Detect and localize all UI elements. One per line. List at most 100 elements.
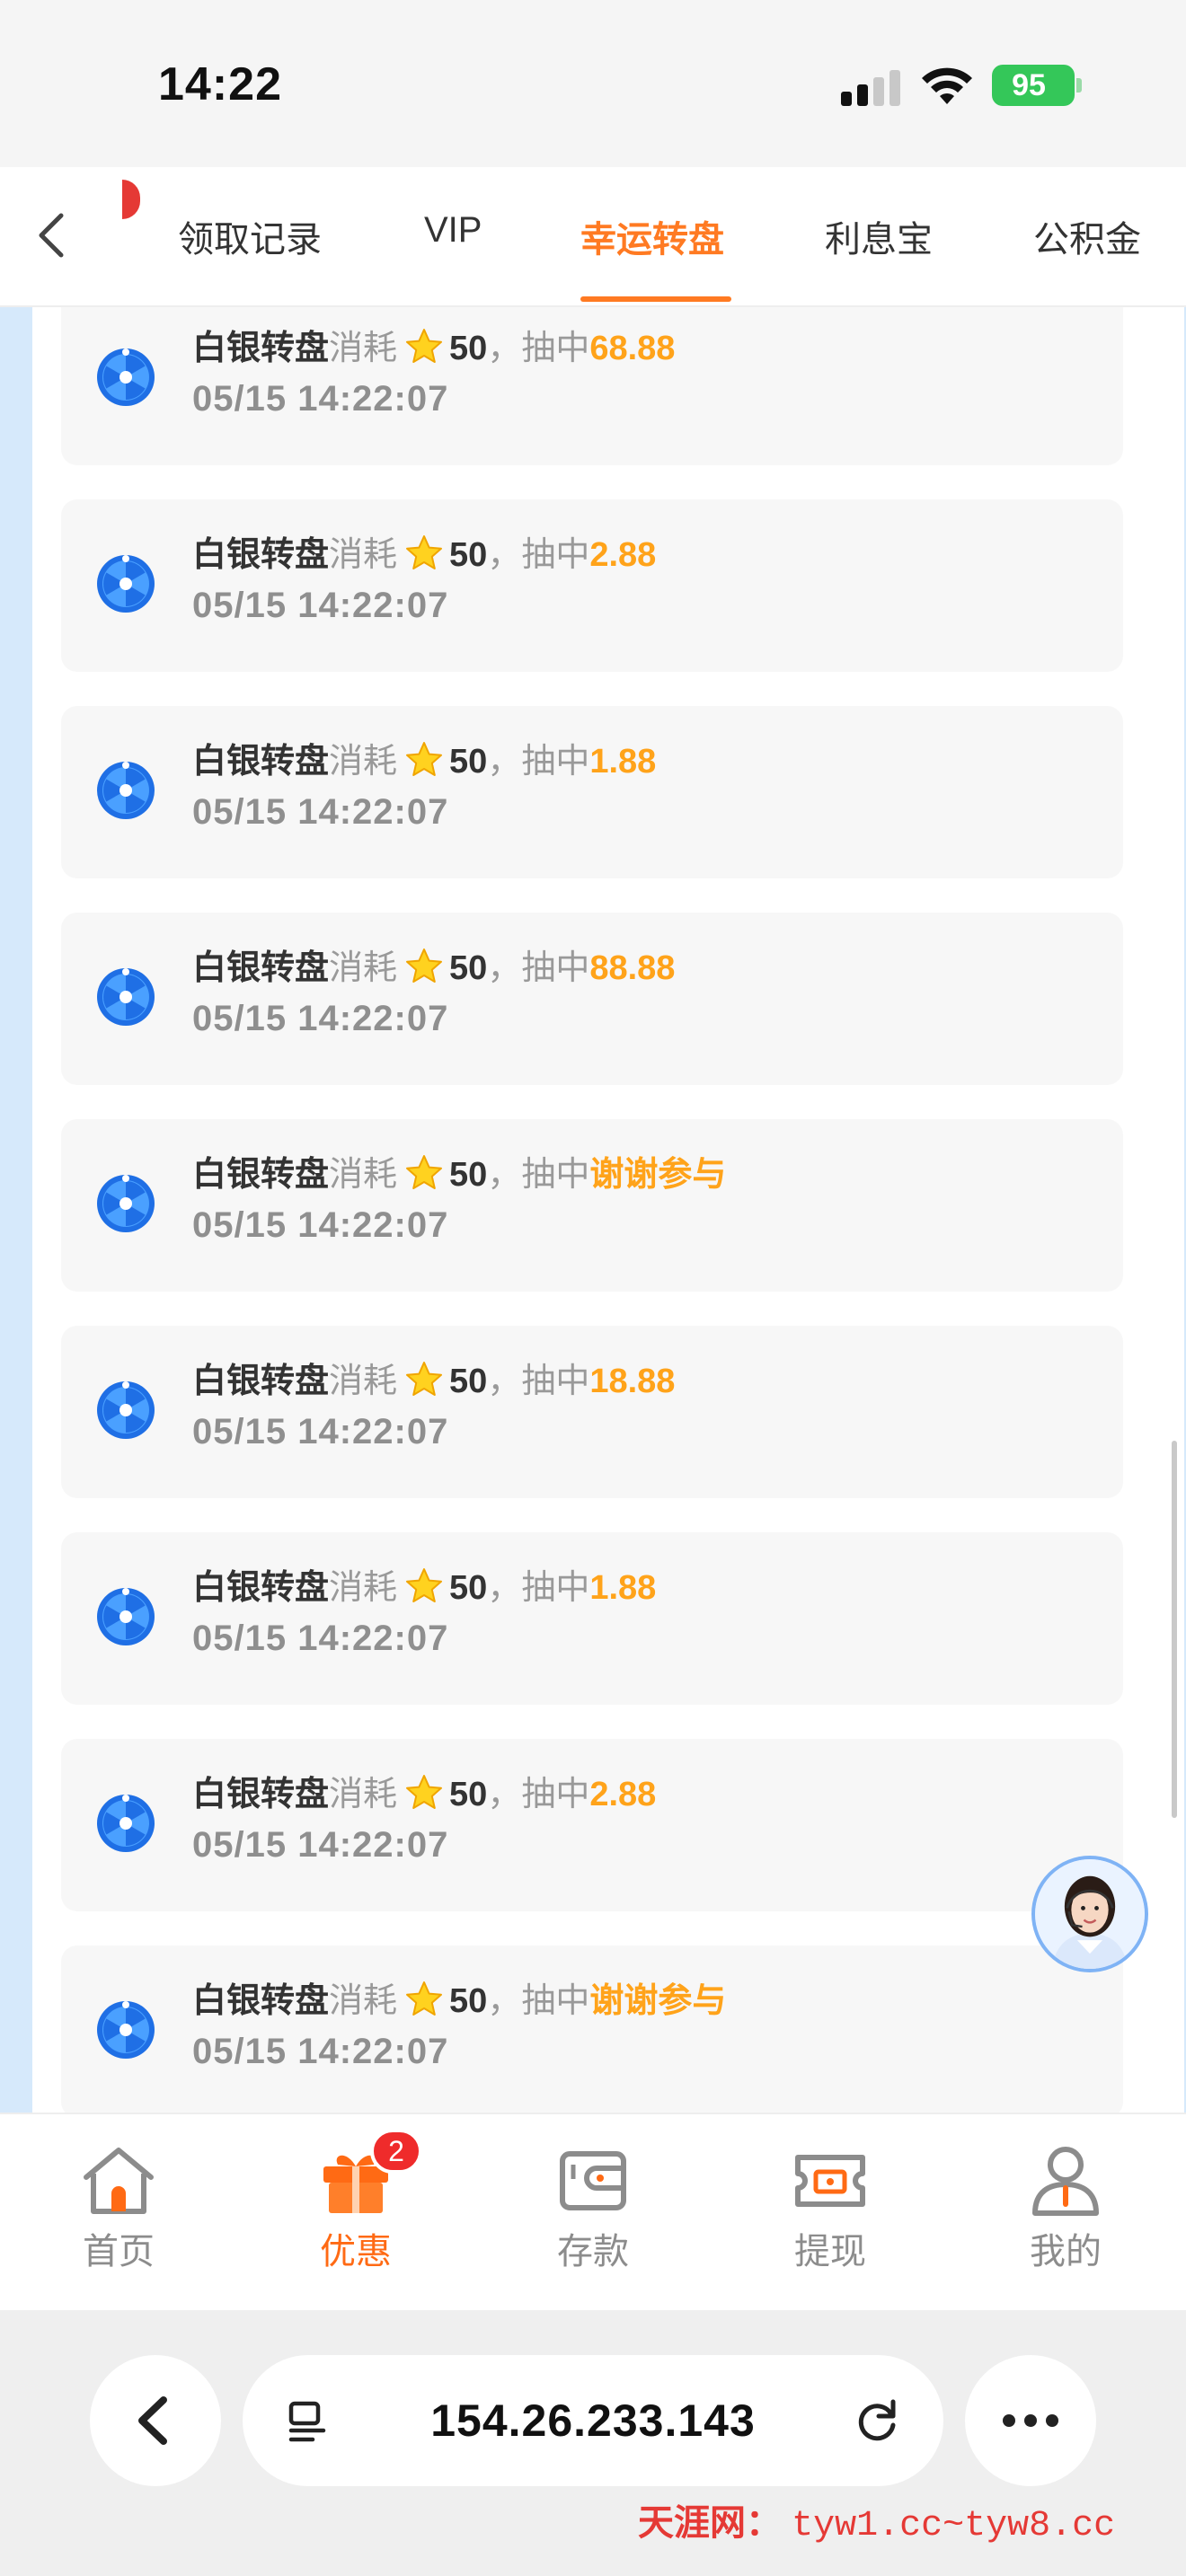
star-icon	[404, 1980, 444, 2019]
prize-value: 2.88	[589, 536, 657, 574]
browser-back-button[interactable]	[90, 2355, 221, 2486]
record-item: 白银转盘消耗 50，抽中谢谢参与 05/15 14:22:07	[61, 1119, 1123, 1292]
tab-provident-fund[interactable]: 公积金	[1033, 210, 1141, 262]
wheel-name: 白银转盘	[192, 330, 330, 367]
cost-value: 50	[449, 536, 488, 574]
url-text: 154.26.233.143	[430, 2395, 756, 2446]
star-icon	[404, 1153, 444, 1193]
separator: ，	[487, 1776, 522, 1813]
record-timestamp: 05/15 14:22:07	[192, 586, 449, 625]
record-timestamp: 05/15 14:22:07	[192, 792, 449, 832]
records-content[interactable]: 白银转盘消耗 50，抽中68.88 05/15 14:22:07 白银转盘消耗 50，抽…	[0, 307, 1186, 2113]
cost-value: 50	[449, 1776, 488, 1813]
record-summary: 白银转盘消耗 50，抽中谢谢参与	[192, 1146, 726, 1195]
browser-more-button[interactable]	[965, 2355, 1096, 2486]
reload-icon[interactable]	[852, 2395, 904, 2447]
prize-value: 68.88	[589, 330, 676, 367]
watermark: 天涯网： tyw1.cc~tyw8.cc	[638, 2493, 1115, 2546]
prize-value: 1.88	[589, 1569, 657, 1607]
record-timestamp: 05/15 14:22:07	[192, 1619, 449, 1658]
agent-avatar-icon	[1035, 1859, 1145, 1969]
chevron-left-icon	[138, 2396, 167, 2445]
tab-lucky-wheel[interactable]: 幸运转盘	[580, 210, 724, 262]
customer-service-button[interactable]	[1031, 1856, 1148, 1972]
record-timestamp: 05/15 14:22:07	[192, 1412, 449, 1451]
bottom-nav: 首页 优惠 2 存款 提现 我的	[0, 2113, 1186, 2310]
cellular-signal-icon	[841, 70, 900, 106]
win-label: 抽中	[521, 1156, 590, 1194]
record-item: 白银转盘消耗 50，抽中68.88 05/15 14:22:07	[61, 307, 1123, 465]
nav-home[interactable]: 首页	[47, 2141, 190, 2285]
wheel-icon	[95, 760, 156, 821]
star-icon	[404, 1360, 444, 1399]
notification-badge: 2	[370, 2129, 422, 2174]
nav-offers-label: 优惠	[320, 2232, 392, 2272]
consume-label: 消耗	[329, 1156, 398, 1194]
tab-vip[interactable]: VIP	[424, 210, 482, 251]
record-item: 白银转盘消耗 50，抽中2.88 05/15 14:22:07	[61, 1739, 1123, 1911]
record-item: 白银转盘消耗 50，抽中1.88 05/15 14:22:07	[61, 1532, 1123, 1705]
prize-value: 谢谢参与	[589, 1982, 727, 2020]
nav-deposit[interactable]: 存款	[521, 2141, 665, 2285]
nav-deposit-label: 存款	[557, 2232, 629, 2272]
wheel-icon	[95, 1793, 156, 1854]
withdraw-icon	[795, 2155, 865, 2207]
record-item: 白银转盘消耗 50，抽中88.88 05/15 14:22:07	[61, 913, 1123, 1085]
cost-value: 50	[449, 949, 488, 987]
record-item: 白银转盘消耗 50，抽中1.88 05/15 14:22:07	[61, 706, 1123, 878]
tab-interest[interactable]: 利息宝	[825, 210, 933, 262]
watermark-url: tyw1.cc~tyw8.cc	[792, 2506, 1116, 2546]
record-summary: 白银转盘消耗 50，抽中68.88	[192, 320, 675, 369]
active-tab-indicator	[580, 296, 731, 302]
wifi-icon	[922, 67, 972, 104]
nav-mine[interactable]: 我的	[994, 2141, 1137, 2285]
record-summary: 白银转盘消耗 50，抽中2.88	[192, 1766, 656, 1815]
prize-value: 谢谢参与	[589, 1156, 727, 1194]
separator: ，	[487, 1569, 522, 1607]
page: 14:22 95 领取记录 VIP 幸运转盘 利息宝 公积金 白银转盘消耗 50…	[0, 0, 1186, 2576]
record-item: 白银转盘消耗 50，抽中18.88 05/15 14:22:07	[61, 1326, 1123, 1498]
record-item: 白银转盘消耗 50，抽中谢谢参与 05/15 14:22:07	[61, 1945, 1123, 2113]
wheel-icon	[95, 1586, 156, 1647]
wheel-name: 白银转盘	[192, 743, 330, 781]
win-label: 抽中	[521, 1776, 590, 1813]
battery-icon: 95	[992, 65, 1082, 106]
cost-value: 50	[449, 1982, 488, 2020]
record-timestamp: 05/15 14:22:07	[192, 2032, 449, 2071]
cost-value: 50	[449, 1156, 488, 1194]
record-summary: 白银转盘消耗 50，抽中1.88	[192, 1559, 656, 1609]
separator: ，	[487, 1363, 522, 1400]
wheel-name: 白银转盘	[192, 1982, 330, 2020]
nav-mine-label: 我的	[1030, 2232, 1102, 2272]
tab-claim-records[interactable]: 领取记录	[178, 210, 322, 262]
win-label: 抽中	[521, 743, 590, 781]
record-timestamp: 05/15 14:22:07	[192, 1205, 449, 1245]
record-item: 白银转盘消耗 50，抽中2.88 05/15 14:22:07	[61, 499, 1123, 672]
separator: ，	[487, 949, 522, 987]
wheel-name: 白银转盘	[192, 1776, 330, 1813]
scrollbar[interactable]	[1172, 1441, 1177, 1818]
consume-label: 消耗	[329, 949, 398, 987]
wheel-icon	[95, 347, 156, 408]
separator: ，	[487, 1156, 522, 1194]
star-icon	[404, 947, 444, 986]
record-summary: 白银转盘消耗 50，抽中1.88	[192, 733, 656, 782]
star-icon	[404, 1566, 444, 1606]
browser-toolbar: 154.26.233.143 天涯网： tyw1.cc~tyw8.cc	[0, 2310, 1186, 2576]
separator: ，	[487, 1982, 522, 2020]
prize-value: 2.88	[589, 1776, 657, 1813]
star-icon	[404, 534, 444, 573]
nav-offers[interactable]: 优惠 2	[284, 2129, 428, 2285]
back-arrow-icon[interactable]	[32, 210, 72, 260]
win-label: 抽中	[521, 1569, 590, 1607]
nav-withdraw[interactable]: 提现	[758, 2141, 902, 2285]
more-dots-icon	[1003, 2414, 1058, 2427]
wheel-icon	[95, 553, 156, 614]
address-bar[interactable]: 154.26.233.143	[243, 2355, 943, 2486]
user-icon	[1032, 2147, 1099, 2216]
cost-value: 50	[449, 330, 488, 367]
win-label: 抽中	[521, 949, 590, 987]
wheel-icon	[95, 966, 156, 1028]
cost-value: 50	[449, 1363, 488, 1400]
win-label: 抽中	[521, 1982, 590, 2020]
